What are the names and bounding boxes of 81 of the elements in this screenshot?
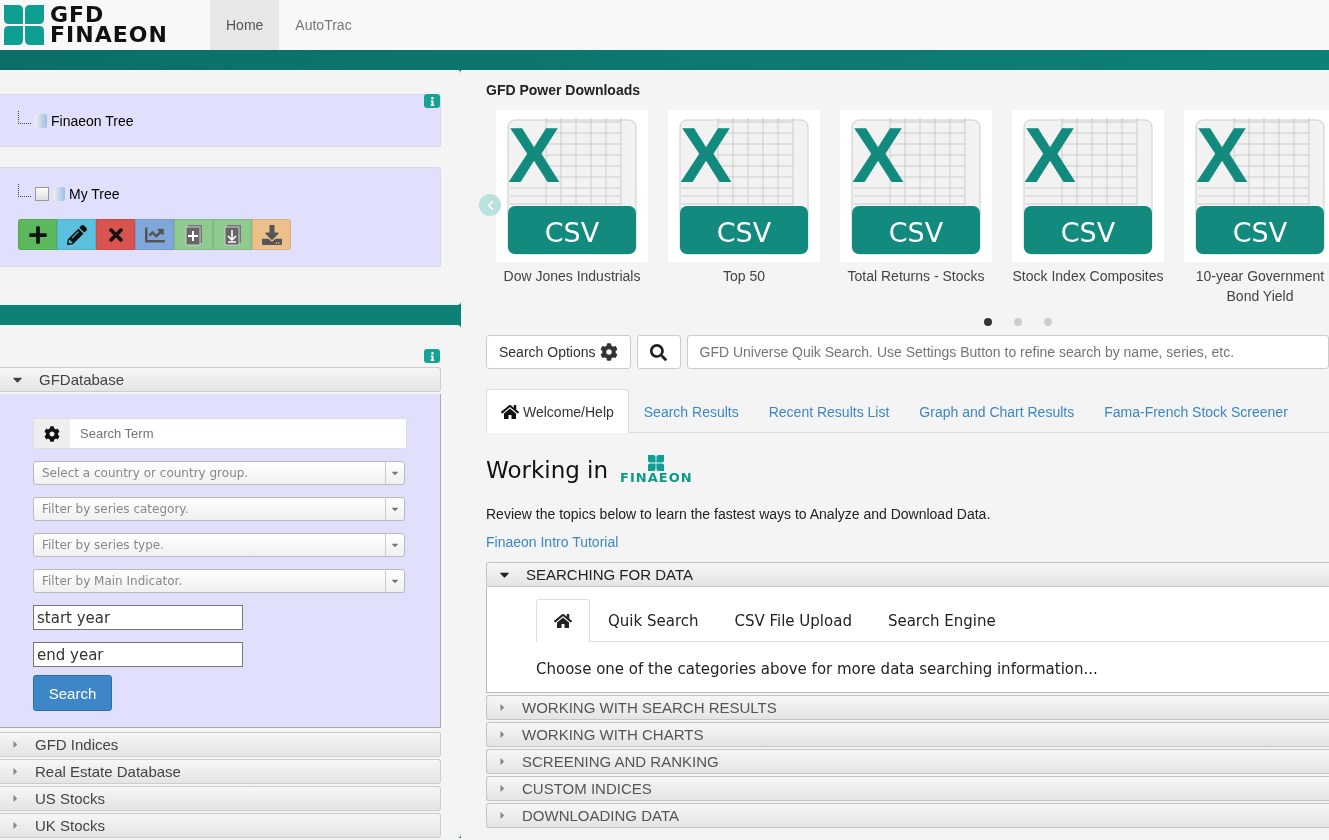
chart-button[interactable] [135,219,174,250]
info-icon[interactable] [424,349,440,363]
sub-tab[interactable]: Quik Search [590,599,717,642]
tree-node[interactable]: My Tree [69,185,120,202]
info-icon[interactable] [424,94,440,108]
sub-tab[interactable]: Search Engine [869,599,1014,642]
search-button[interactable]: Search [33,675,112,711]
tutorial-link[interactable]: Finaeon Intro Tutorial [486,534,1329,550]
pencil-icon [66,224,87,245]
tab[interactable]: Graph and Chart Results [904,389,1090,433]
nav-link[interactable]: Home [210,0,280,50]
section-title: GFD Power Downloads [486,82,641,98]
download-icon [261,224,282,245]
carousel-dot[interactable] [1013,318,1022,326]
carousel-dot[interactable] [983,318,992,326]
download-label[interactable]: Stock Index Composites [1012,266,1164,286]
home-icon [501,402,519,421]
topic-header[interactable]: WORKING WITH CHARTS [486,722,1329,747]
accordion-header[interactable]: Real Estate Database [0,759,441,784]
checkbox[interactable] [35,186,49,201]
csv-file-icon[interactable]: X CSV [1012,110,1164,262]
add-icon-button[interactable] [18,219,57,250]
topic-header[interactable]: SEARCHING FOR DATA [486,562,1329,587]
accordion-header[interactable]: GFDatabase [0,367,441,392]
info-text: Choose one of the categories above for more data searching information... [536,660,1099,678]
download-label[interactable]: Dow Jones Industrials [496,266,648,286]
intro-text: Review the topics below to learn the fastest ways to Analyze and Download Data. [486,506,992,522]
accordion-header[interactable]: US Stocks [0,786,441,811]
accordion-header[interactable]: GFD Indices [0,732,441,757]
import-button[interactable] [213,219,252,250]
logo-leaves-icon [648,455,665,471]
settings-icon[interactable] [44,425,60,442]
dropdown[interactable]: Filter by series type. [33,533,405,557]
edit-button[interactable] [57,219,96,250]
dropdown[interactable]: Filter by Main Indicator. [33,569,405,593]
download-label[interactable]: 10-year Government Bond Yield [1184,266,1329,306]
carousel-dot[interactable] [1043,318,1052,326]
dropdown[interactable]: Select a country or country group. [33,461,405,485]
csv-file-icon[interactable]: X CSV [668,110,820,262]
download-button[interactable] [252,219,291,250]
logo-text: FINAEON [620,471,693,484]
delete-button[interactable] [96,219,135,250]
dropdown[interactable]: Filter by series category. [33,497,405,521]
page-heading: Working in [486,456,609,483]
csv-file-icon[interactable]: X CSV [496,110,648,262]
topic-header[interactable]: WORKING WITH SEARCH RESULTS [486,695,1329,720]
search-button[interactable] [636,335,681,369]
settings-icon [599,343,618,361]
search-options-button[interactable]: Search Options [486,335,631,369]
tree-connector-icon [18,111,31,124]
tree-node[interactable]: Finaeon Tree [51,112,134,129]
sub-tab[interactable]: CSV File Upload [716,599,870,642]
logo-text: GFD FINAEON [50,5,168,45]
sub-tab[interactable] [536,599,590,642]
tree-connector-icon [18,184,31,197]
folder-icon [35,113,47,128]
plus-icon [27,224,48,245]
download-label[interactable]: Top 50 [668,266,820,286]
add-page-icon [183,223,204,246]
topic-header[interactable]: CUSTOM INDICES [486,776,1329,801]
end-year-field[interactable]: end year [33,642,243,667]
csv-file-icon[interactable]: X CSV [840,110,992,262]
tab[interactable]: Welcome/Help [486,389,629,433]
topic-header[interactable]: SCREENING AND RANKING [486,749,1329,774]
quick-search-field[interactable]: GFD Universe Quik Search. Use Settings Button to refine search by name, series, etc. [686,335,1329,369]
search-term-field[interactable]: Search Term [33,418,407,449]
start-year-field[interactable]: start year [33,605,243,630]
add-page-button[interactable] [174,219,213,250]
topic-header[interactable]: DOWNLOADING DATA [486,803,1329,828]
home-icon [554,612,572,630]
accordion-header[interactable]: UK Stocks [0,813,441,838]
folder-icon [53,186,65,201]
download-label[interactable]: Total Returns - Stocks [840,266,992,286]
tab[interactable]: Fama-French Stock Screener [1089,389,1303,433]
import-page-icon [222,223,243,246]
tab[interactable]: Search Results [628,389,754,433]
tab[interactable]: Recent Results List [753,389,905,433]
csv-file-icon[interactable]: X CSV [1184,110,1329,262]
logo-leaves-icon [4,5,44,45]
nav-link[interactable]: AutoTrac [279,0,368,50]
search-icon [650,343,667,361]
